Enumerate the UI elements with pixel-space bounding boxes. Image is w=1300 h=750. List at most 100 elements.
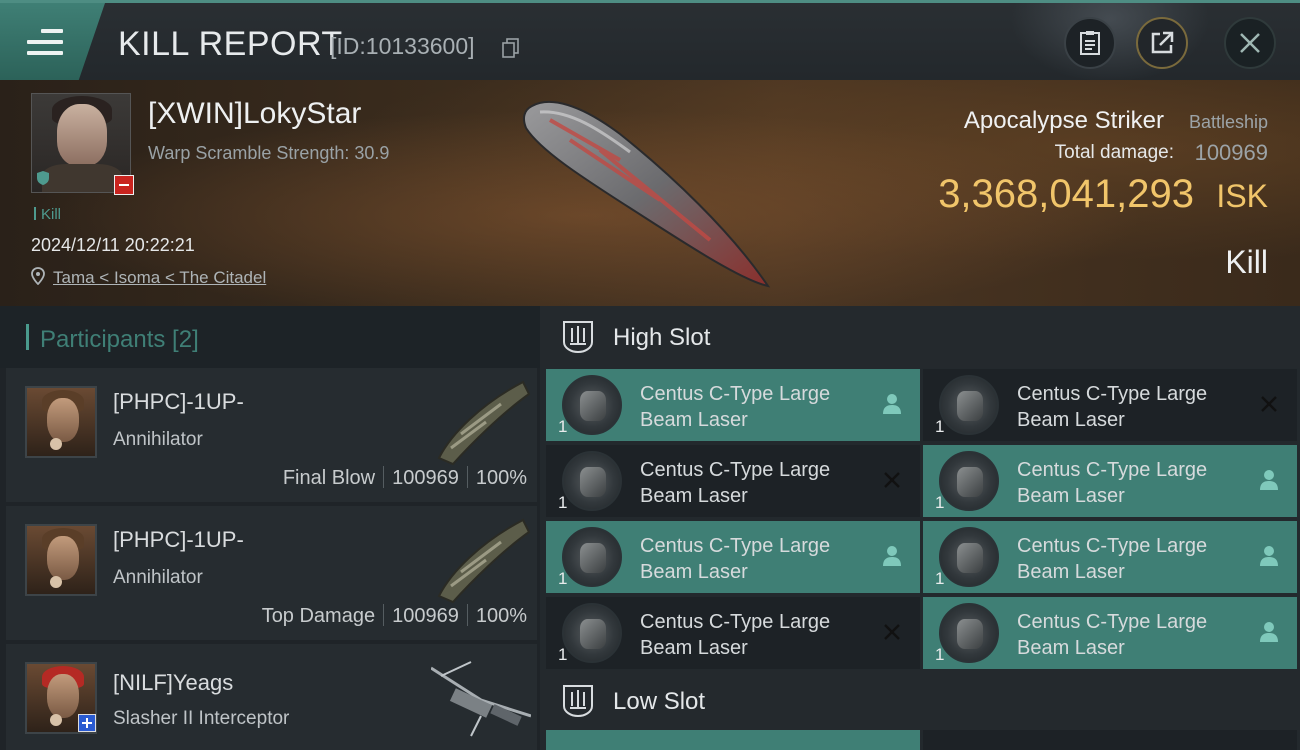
module-name: Centus C-Type Large Beam Laser bbox=[640, 611, 831, 659]
module-slot[interactable] bbox=[546, 730, 920, 750]
high-slot-icon bbox=[563, 321, 593, 354]
high-slot-header: High Slot bbox=[540, 306, 1300, 368]
module-name: Centus C-Type Large Beam Laser bbox=[1017, 535, 1208, 583]
module-slot[interactable]: 1 Centus C-Type Large Beam Laser bbox=[546, 369, 920, 441]
module-name: Centus C-Type Large Beam Laser bbox=[1017, 459, 1208, 507]
kill-result: Kill bbox=[1225, 244, 1268, 280]
participant-role: Final Blow bbox=[282, 467, 376, 489]
low-slot-icon bbox=[563, 685, 593, 718]
victim-ship-name: Apocalypse Striker bbox=[963, 107, 1164, 134]
kill-tag: Kill bbox=[34, 206, 61, 223]
menu-button[interactable] bbox=[0, 3, 105, 80]
top-bar: KILL REPORT [ID:10133600] bbox=[0, 0, 1300, 83]
ship-render bbox=[523, 100, 771, 288]
participant-ship: Slasher II Interceptor bbox=[113, 708, 290, 729]
copy-icon[interactable] bbox=[502, 38, 520, 58]
close-button[interactable] bbox=[1224, 17, 1276, 69]
share-icon bbox=[1151, 31, 1174, 54]
high-slot-title: High Slot bbox=[613, 324, 711, 351]
laser-module-icon bbox=[939, 527, 999, 587]
module-name: Centus C-Type Large Beam Laser bbox=[640, 459, 831, 507]
kill-datetime: 2024/12/11 20:22:21 bbox=[31, 235, 195, 255]
participant-ship-image bbox=[437, 380, 531, 466]
laser-module-icon bbox=[939, 451, 999, 511]
module-slot[interactable]: 1 Centus C-Type Large Beam Laser bbox=[923, 445, 1297, 517]
participant-ship-image bbox=[431, 661, 531, 737]
participant-avatar bbox=[25, 524, 97, 596]
module-quantity: 1 bbox=[558, 569, 568, 588]
close-icon bbox=[1240, 33, 1260, 53]
clipboard-button[interactable] bbox=[1064, 17, 1116, 69]
participant-damage: 100969 bbox=[392, 467, 459, 489]
module-quantity: 1 bbox=[935, 493, 945, 512]
module-quantity: 1 bbox=[558, 417, 568, 436]
laser-module-icon bbox=[562, 527, 622, 587]
hostile-badge bbox=[114, 175, 134, 195]
fitted-person-icon bbox=[883, 394, 901, 414]
laser-module-icon bbox=[562, 451, 622, 511]
total-damage-value: 100969 bbox=[1194, 140, 1268, 165]
module-name: Centus C-Type Large Beam Laser bbox=[1017, 611, 1208, 659]
participant-percent: 100% bbox=[475, 605, 527, 627]
location-pin-icon bbox=[31, 267, 45, 285]
corp-shield-icon bbox=[37, 171, 49, 185]
participant-card[interactable]: [PHPC]-1UP- Annihilator Final Blow 100969… bbox=[6, 368, 537, 502]
module-name: Centus C-Type Large Beam Laser bbox=[640, 535, 831, 583]
laser-module-icon bbox=[939, 603, 999, 663]
fitted-person-icon bbox=[1260, 546, 1278, 566]
module-quantity: 1 bbox=[935, 645, 945, 664]
victim-ship-class: Battleship bbox=[1188, 112, 1268, 132]
fitted-person-icon bbox=[883, 546, 901, 566]
participant-ship: Annihilator bbox=[113, 567, 203, 588]
participant-name: [NILF]Yeags bbox=[113, 670, 234, 695]
module-slot[interactable]: 1 Centus C-Type Large Beam Laser bbox=[923, 521, 1297, 593]
menu-icon bbox=[27, 29, 63, 55]
module-slot[interactable] bbox=[923, 730, 1297, 750]
module-slot[interactable]: 1 Centus C-Type Large Beam Laser bbox=[923, 369, 1297, 441]
module-slot[interactable]: 1 Centus C-Type Large Beam Laser bbox=[546, 521, 920, 593]
low-slot-title: Low Slot bbox=[613, 688, 706, 715]
participant-name: [PHPC]-1UP- bbox=[113, 389, 244, 414]
participants-panel: Participants [2] [PHPC]-1UP- Annihilator… bbox=[0, 306, 540, 750]
laser-module-icon bbox=[562, 375, 622, 435]
destroyed-x-icon bbox=[1261, 396, 1277, 412]
victim-name[interactable]: [XWIN]LokyStar bbox=[148, 97, 361, 131]
module-slot[interactable]: 1 Centus C-Type Large Beam Laser bbox=[923, 597, 1297, 669]
laser-module-icon bbox=[939, 375, 999, 435]
laser-module-icon bbox=[562, 603, 622, 663]
share-button[interactable] bbox=[1136, 17, 1188, 69]
participants-header: Participants [2] bbox=[0, 306, 540, 368]
fitted-person-icon bbox=[1260, 470, 1278, 490]
participant-role: Top Damage bbox=[261, 605, 376, 627]
module-slot[interactable]: 1 Centus C-Type Large Beam Laser bbox=[546, 597, 920, 669]
participant-stats: Final Blow 100969 100% bbox=[283, 466, 527, 490]
destroyed-x-icon bbox=[884, 624, 900, 640]
participant-percent: 100% bbox=[475, 467, 527, 489]
total-damage-label: Total damage: bbox=[1054, 142, 1174, 163]
module-slot[interactable]: 1 Centus C-Type Large Beam Laser bbox=[546, 445, 920, 517]
participant-name: [PHPC]-1UP- bbox=[113, 527, 244, 552]
report-id: [ID:10133600] bbox=[330, 33, 475, 59]
module-name: Centus C-Type Large Beam Laser bbox=[640, 383, 831, 431]
participant-card[interactable]: [NILF]Yeags Slasher II Interceptor bbox=[6, 644, 537, 750]
module-quantity: 1 bbox=[558, 493, 568, 512]
module-quantity: 1 bbox=[935, 569, 945, 588]
participants-title: Participants [2] bbox=[40, 326, 199, 353]
module-quantity: 1 bbox=[935, 417, 945, 436]
participant-stats: Top Damage 100969 100% bbox=[262, 604, 527, 628]
isk-unit: ISK bbox=[1216, 178, 1268, 214]
module-name: Centus C-Type Large Beam Laser bbox=[1017, 383, 1208, 431]
participant-ship: Annihilator bbox=[113, 429, 203, 450]
destroyed-x-icon bbox=[884, 472, 900, 488]
location-link[interactable]: Tama < Isoma < The Citadel bbox=[53, 268, 266, 288]
participant-card[interactable]: [PHPC]-1UP- Annihilator Top Damage 100969… bbox=[6, 506, 537, 640]
participant-ship-image bbox=[437, 518, 531, 604]
warp-scramble-strength: Warp Scramble Strength: 30.9 bbox=[148, 143, 390, 163]
clipboard-icon bbox=[1080, 31, 1100, 55]
fittings-panel: High Slot 1 Centus C-Type Large Beam Las… bbox=[540, 306, 1300, 750]
isk-value: 3,368,041,293 bbox=[938, 172, 1194, 216]
module-quantity: 1 bbox=[558, 645, 568, 664]
participant-avatar bbox=[25, 386, 97, 458]
kill-summary-banner: [XWIN]LokyStar Warp Scramble Strength: 3… bbox=[0, 80, 1300, 306]
low-slot-header: Low Slot bbox=[540, 670, 1300, 732]
